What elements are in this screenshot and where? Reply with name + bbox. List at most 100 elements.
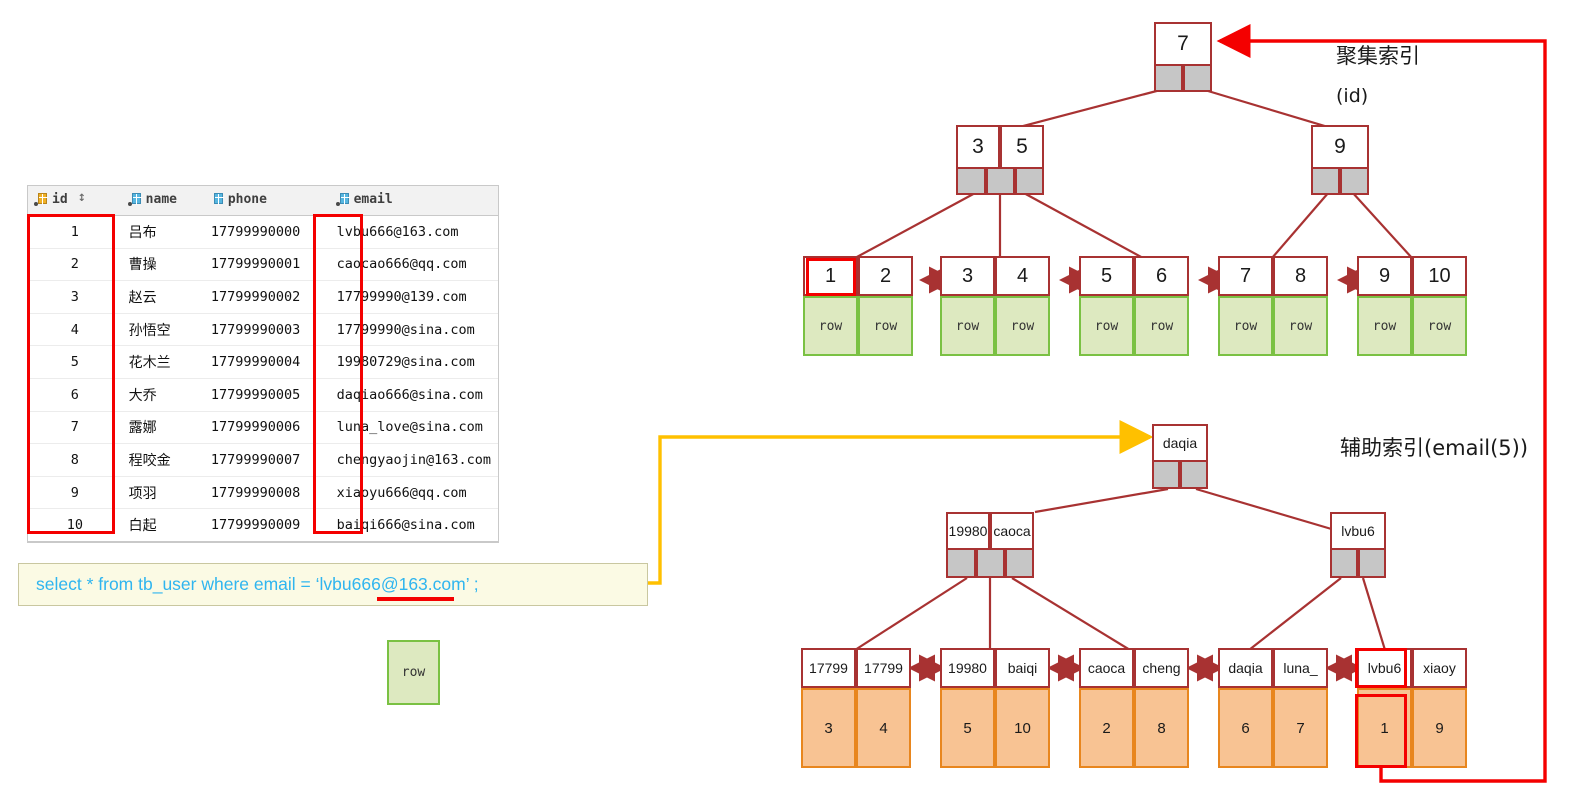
cell-email: 17799990@sina.com bbox=[329, 313, 498, 347]
secondary-leaf-id: 6 bbox=[1218, 688, 1273, 768]
result-table: id ↕ name phone email 1 吕布 17799990000 l… bbox=[27, 185, 499, 543]
cell-phone: 17799990003 bbox=[203, 313, 330, 347]
clustered-leaf-key: 1 bbox=[803, 256, 858, 296]
column-header-name-label: name bbox=[145, 191, 177, 207]
cell-id: 3 bbox=[28, 280, 122, 314]
clustered-leaf-key: 7 bbox=[1218, 256, 1273, 296]
cell-email: 17799990@139.com bbox=[329, 280, 498, 314]
table-row[interactable]: 5 花木兰 17799990004 19980729@sina.com bbox=[28, 345, 498, 379]
cell-phone: 17799990001 bbox=[203, 248, 330, 282]
cell-id: 9 bbox=[28, 476, 122, 510]
secondary-root-pointer bbox=[1180, 460, 1208, 489]
cell-email: lvbu666@163.com bbox=[329, 215, 498, 249]
secondary-leaf-key: cheng bbox=[1134, 648, 1189, 688]
sql-query-text: select * from tb_user where email = ‘lvb… bbox=[36, 574, 479, 594]
sql-keyword-underline bbox=[377, 597, 454, 601]
cell-id: 4 bbox=[28, 313, 122, 347]
secondary-internal-pointer bbox=[946, 548, 976, 578]
secondary-index-label: 辅助索引(email(5)) bbox=[1340, 436, 1529, 460]
clustered-leaf-row: row bbox=[1134, 296, 1189, 356]
column-header-name[interactable]: name bbox=[121, 186, 204, 216]
cell-phone: 17799990007 bbox=[203, 443, 330, 477]
table-row[interactable]: 2 曹操 17799990001 caocao666@qq.com bbox=[28, 248, 498, 282]
secondary-leaf-key: xiaoy bbox=[1412, 648, 1467, 688]
clustered-leaf-row: row bbox=[803, 296, 858, 356]
cell-email: xiaoyu666@qq.com bbox=[329, 476, 498, 510]
cell-id: 10 bbox=[28, 508, 122, 542]
clustered-leaf-row: row bbox=[1412, 296, 1467, 356]
cell-name: 曹操 bbox=[121, 248, 204, 282]
clustered-leaf-row: row bbox=[1079, 296, 1134, 356]
secondary-leaf-id: 7 bbox=[1273, 688, 1328, 768]
cell-name: 程咬金 bbox=[121, 443, 204, 477]
table-body: 1 吕布 17799990000 lvbu666@163.com 2 曹操 17799990… bbox=[28, 215, 498, 542]
secondary-leaf-key: 17799 bbox=[856, 648, 911, 688]
clustered-internal-key: 5 bbox=[1000, 125, 1044, 169]
clustered-internal-pointer bbox=[1015, 167, 1044, 195]
clustered-root-pointer bbox=[1154, 64, 1183, 92]
secondary-leaf-id: 9 bbox=[1412, 688, 1467, 768]
cell-id: 7 bbox=[28, 411, 122, 445]
cell-id: 2 bbox=[28, 248, 122, 282]
column-icon bbox=[335, 192, 350, 206]
secondary-internal-key: lvbu6 bbox=[1330, 512, 1386, 550]
clustered-leaf-row: row bbox=[1273, 296, 1328, 356]
cell-email: luna_love@sina.com bbox=[329, 411, 498, 445]
clustered-internal-key: 9 bbox=[1311, 125, 1369, 169]
cell-phone: 17799990009 bbox=[203, 508, 330, 542]
secondary-leaf-id: 4 bbox=[856, 688, 911, 768]
table-header-row: id ↕ name phone email bbox=[28, 186, 498, 216]
clustered-leaf-key: 9 bbox=[1357, 256, 1412, 296]
clustered-internal-pointer bbox=[1311, 167, 1340, 195]
clustered-internal-pointer bbox=[956, 167, 986, 195]
clustered-index-label: 聚集索引 bbox=[1336, 44, 1420, 68]
table-row[interactable]: 1 吕布 17799990000 lvbu666@163.com bbox=[28, 215, 498, 249]
secondary-leaf-key: daqia bbox=[1218, 648, 1273, 688]
secondary-leaf-key: luna_ bbox=[1273, 648, 1328, 688]
column-header-email[interactable]: email bbox=[329, 186, 498, 216]
sort-indicator-icon[interactable]: ↕ bbox=[78, 194, 86, 204]
column-header-id[interactable]: id ↕ bbox=[28, 186, 122, 216]
clustered-leaf-row: row bbox=[940, 296, 995, 356]
table-row[interactable]: 6 大乔 17799990005 daqiao666@sina.com bbox=[28, 378, 498, 412]
clustered-root-pointer bbox=[1183, 64, 1212, 92]
table-row[interactable]: 8 程咬金 17799990007 chengyaojin@163.com bbox=[28, 443, 498, 477]
secondary-leaf-id: 2 bbox=[1079, 688, 1134, 768]
cell-email: caocao666@qq.com bbox=[329, 248, 498, 282]
primary-key-column-icon bbox=[34, 192, 48, 206]
cell-id: 1 bbox=[28, 215, 122, 249]
secondary-internal-pointer bbox=[1358, 548, 1386, 578]
clustered-leaf-row: row bbox=[1357, 296, 1412, 356]
column-header-phone-label: phone bbox=[227, 191, 267, 207]
sql-query-box[interactable]: select * from tb_user where email = ‘lvb… bbox=[18, 563, 648, 606]
secondary-internal-key: 19980 bbox=[946, 512, 990, 550]
cell-name: 花木兰 bbox=[121, 345, 204, 379]
secondary-leaf-key: 17799 bbox=[801, 648, 856, 688]
clustered-leaf-key: 4 bbox=[995, 256, 1050, 296]
clustered-leaf-key: 6 bbox=[1134, 256, 1189, 296]
clustered-internal-pointer bbox=[1340, 167, 1369, 195]
secondary-root-key: daqia bbox=[1152, 424, 1208, 462]
cell-phone: 17799990005 bbox=[203, 378, 330, 412]
secondary-internal-pointer bbox=[1330, 548, 1358, 578]
clustered-root-key: 7 bbox=[1154, 22, 1212, 66]
table-row[interactable]: 4 孙悟空 17799990003 17799990@sina.com bbox=[28, 313, 498, 347]
table-row[interactable]: 3 赵云 17799990002 17799990@139.com bbox=[28, 280, 498, 314]
clustered-leaf-key: 3 bbox=[940, 256, 995, 296]
cell-email: daqiao666@sina.com bbox=[329, 378, 498, 412]
cell-id: 6 bbox=[28, 378, 122, 412]
secondary-leaf-key: 19980 bbox=[940, 648, 995, 688]
clustered-internal-key: 3 bbox=[956, 125, 1000, 169]
column-icon bbox=[210, 192, 224, 206]
cell-name: 白起 bbox=[121, 508, 204, 542]
clustered-leaf-row: row bbox=[1218, 296, 1273, 356]
table-row[interactable]: 7 露娜 17799990006 luna_love@sina.com bbox=[28, 411, 498, 445]
secondary-internal-pointer bbox=[1005, 548, 1034, 578]
column-header-phone[interactable]: phone bbox=[203, 186, 330, 216]
table-row[interactable]: 9 项羽 17799990008 xiaoyu666@qq.com bbox=[28, 476, 498, 510]
secondary-leaf-key: caoca bbox=[1079, 648, 1134, 688]
cell-name: 孙悟空 bbox=[121, 313, 204, 347]
cell-name: 大乔 bbox=[121, 378, 204, 412]
table-row[interactable]: 10 白起 17799990009 baiqi666@sina.com bbox=[28, 508, 498, 542]
column-header-id-label: id bbox=[52, 191, 68, 207]
